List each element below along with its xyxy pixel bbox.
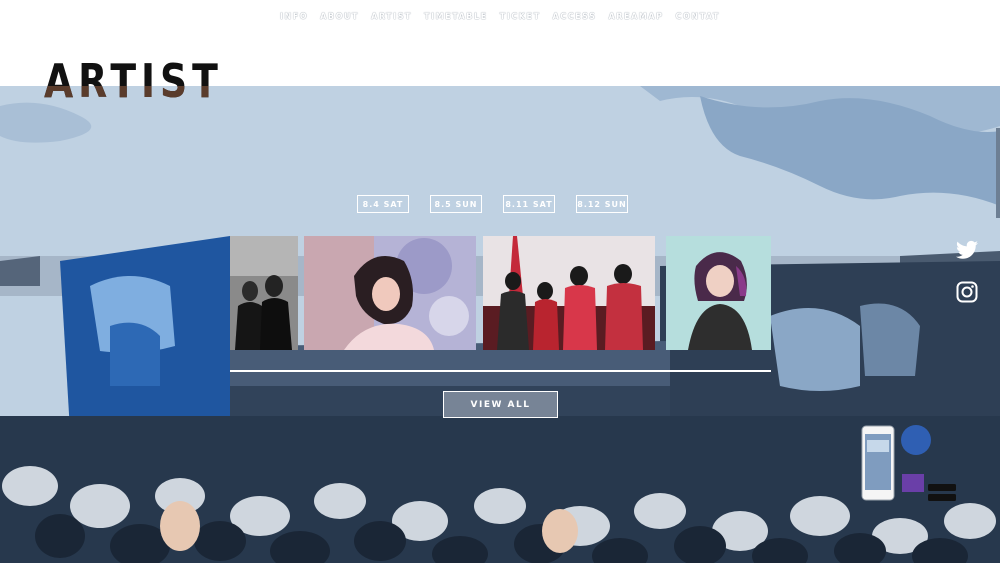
artist-photo-female-singer[interactable] [304,236,476,350]
nav-item-contact[interactable]: CONTAT [676,12,721,40]
day-button-8-11[interactable]: 8.11 SAT [503,195,555,213]
divider-line [230,370,771,372]
nav-item-access[interactable]: ACCESS [552,12,596,40]
artist-photo-female-vocalist[interactable] [666,236,771,350]
top-nav: INFO ABOUT ARTIST TIMETABLE TICKET ACCES… [0,0,1000,40]
nav-item-info[interactable]: INFO [280,12,308,40]
day-button-8-4[interactable]: 8.4 SAT [357,195,409,213]
instagram-icon[interactable] [956,281,978,307]
artist-photo-band[interactable] [483,236,655,350]
scrollbar[interactable] [996,128,1000,218]
nav-item-artist[interactable]: ARTIST [371,12,412,40]
app-download-banner[interactable] [860,424,960,504]
day-button-8-12[interactable]: 8.12 SUN [576,195,628,213]
nav-item-areamap[interactable]: AREAMAP [608,12,663,40]
day-button-8-5[interactable]: 8.5 SUN [430,195,482,213]
view-all-button[interactable]: VIEW ALL [443,391,558,418]
nav-item-timetable[interactable]: TIMETABLE [424,12,488,40]
twitter-icon[interactable] [956,240,978,264]
nav-item-about[interactable]: ABOUT [320,12,359,40]
nav-item-ticket[interactable]: TICKET [500,12,541,40]
day-filter-group: 8.4 SAT 8.5 SUN 8.11 SAT 8.12 SUN [357,195,628,213]
artist-photo-duo[interactable] [230,236,298,350]
